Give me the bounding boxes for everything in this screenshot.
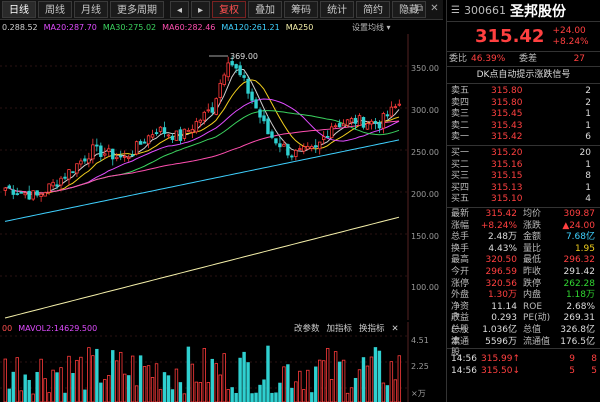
nav-left-button[interactable]: ◂ [170,1,190,18]
weibi-value: 46.39% [471,54,506,64]
adjust-price-button[interactable]: 复权 [212,1,247,18]
overlay-button[interactable]: 叠加 [248,1,283,18]
chips-button[interactable]: 筹码 [284,1,319,18]
price-axis-tick: 350.00 [411,64,439,73]
tab-daily[interactable]: 日线 [2,1,36,18]
tick-row: 14:56 315.50↓ 5 5 [451,366,597,377]
tab-weekly[interactable]: 周线 [38,1,72,18]
stat-row: 净资产 11.14 ROE 2.68% [451,301,595,324]
price-axis-tick: 150.00 [411,232,439,241]
price-axis-tick: 200.00 [411,190,439,199]
last-price: 315.42 [475,26,545,47]
volume-chart[interactable] [0,322,443,402]
price-change-pct: +8.24% [552,36,589,47]
volume-axis-unit: ×万 [411,389,426,398]
window-controls: ⧉ ✕ [414,2,440,15]
price-axis-tick: 300.00 [411,106,439,115]
bid-row: 买一 315.20 20 [451,148,591,158]
ma-lines [4,68,400,319]
ask-row: 卖二 315.43 1 [451,120,591,131]
ask-row: 卖三 315.45 1 [451,109,591,119]
weicha-label: 委差 [519,54,538,64]
tab-monthly[interactable]: 月线 [74,1,108,18]
order-ratio-row: 委比 46.39% 委差 27 [447,52,600,67]
ma-label-ma120: MA120:261.21 [221,23,280,32]
statistics-button[interactable]: 统计 [320,1,355,18]
bid-row: 买二 315.16 1 [451,159,591,170]
ma-settings-button[interactable]: 设置均线 ▾ [352,21,391,34]
ma-label-close: 0.288.52 [2,23,38,32]
weicha-value: 27 [573,54,586,64]
stat-row: 涨幅 +8.24% 涨跌 ▲24.00 [451,220,595,231]
bid-book: 买一 315.20 20 买二 315.16 1 买三 315.15 8 买四 315.13 1… [447,146,600,208]
tab-more-periods[interactable]: 更多周期 [110,1,164,18]
change-box: +24.00 +8.24% [552,26,588,48]
ask-row: 卖五 315.80 2 [451,86,591,96]
ask-row: 卖一 315.42 6 [451,132,591,142]
stat-row: 最高 320.50 最低 296.32 [451,255,595,266]
stat-row: 总股本 1.036亿 总值 326.8亿 [451,324,595,347]
volume-axis-tick: 2.25 [411,362,429,371]
stat-row: 最新 315.42 均价 309.87 [451,209,595,219]
tick-list: 14:56 315.99↑ 9 8 14:56 315.50↓ 5 5 [447,349,600,377]
ma-label-ma60: MA60:282.46 [162,23,216,32]
chart-toolbar: 日线 周线 月线 更多周期 ◂ ▸ 复权 叠加 筹码 统计 简约 隐藏 [0,0,443,20]
stock-name: 圣邦股份 [509,3,566,20]
ma-label-ma250: MA250 [285,23,314,32]
bid-row: 买四 315.13 1 [451,182,591,193]
stat-row: 今开 296.59 昨收 291.42 [451,266,595,277]
price-change: +24.00 [552,25,586,36]
high-price-label: 369.00 [230,52,258,61]
nav-right-button[interactable]: ▸ [191,1,211,18]
high-marker: 369.00 [209,52,258,61]
tick-row: 14:56 315.99↑ 9 8 [451,354,597,365]
bid-row: 买五 315.10 4 [451,194,591,204]
stat-row: 外盘 1.30万 内盘 1.18万 [451,290,595,301]
stat-row: 换手 4.43% 量比 1.95 [451,243,595,254]
bid-row: 买三 315.15 8 [451,171,591,181]
stat-row: 涨停 320.56 跌停 262.28 [451,278,595,289]
ask-row: 卖四 315.80 2 [451,97,591,108]
price-axis-tick: 250.00 [411,148,439,157]
quote-row: 315.42 +24.00 +8.24% [447,22,600,52]
simple-mode-button[interactable]: 简约 [356,1,391,18]
restore-icon[interactable]: ⧉ [414,2,425,15]
stat-row: 流通股 5596万 流通值 176.5亿 [451,336,595,359]
candlestick-chart[interactable]: 369.00 [0,34,443,320]
price-axis-tick: 100.00 [411,283,439,292]
stats-table: 最新 315.42 均价 309.87 涨幅 +8.24% 涨跌 ▲24.00 总手 2.48万金… [447,208,600,359]
quote-panel: ☰ 300661 圣邦股份 315.42 +24.00 +8.24% 委比 46… [446,0,600,402]
volume-bars [3,345,402,402]
close-icon[interactable]: ✕ [429,2,440,15]
ma-label-ma20: MA20:287.70 [43,23,97,32]
weibi-label: 委比 [449,54,468,64]
menu-icon[interactable]: ☰ [451,5,460,16]
stock-code: 300661 [463,4,506,17]
ma-label-ma30: MA30:275.02 [102,23,157,32]
stat-row: 收益(一) 0.293 PE(动) 269.31 [451,313,595,335]
volume-axis-tick: 4.51 [411,336,429,345]
stat-row: 总手 2.48万 金额 7.68亿 [451,232,595,243]
stock-header: ☰ 300661 圣邦股份 [447,0,600,22]
signal-banner[interactable]: DK点自动提示涨跌信号 [447,67,600,84]
ask-book: 卖五 315.80 2 卖四 315.80 2 卖三 315.45 1 卖二 315.43 1 … [447,84,600,146]
